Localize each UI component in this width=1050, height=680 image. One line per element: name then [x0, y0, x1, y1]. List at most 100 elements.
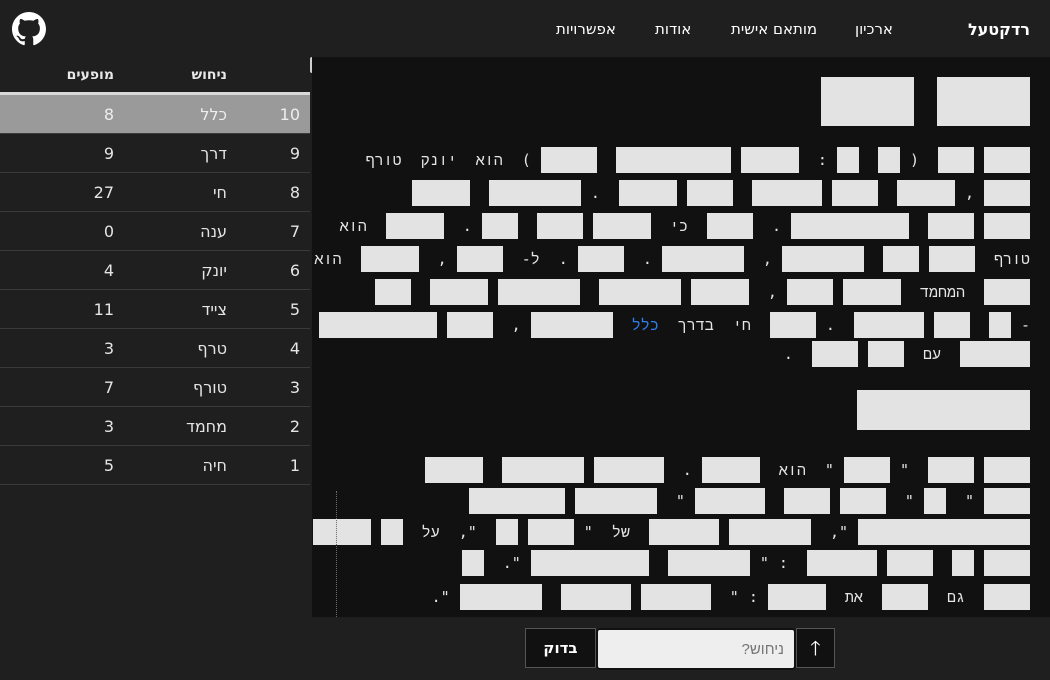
punctuation: ",	[829, 523, 848, 541]
redacted-word	[488, 180, 581, 206]
redacted-word	[380, 519, 403, 545]
header-occurrences[interactable]: מופעים	[67, 67, 114, 83]
row-rank: 4	[289, 339, 300, 358]
redacted-word	[468, 488, 565, 514]
redacted-word	[783, 488, 830, 514]
article-line: , .	[402, 180, 1030, 206]
redacted-word	[527, 519, 574, 545]
table-row[interactable]: 8 חי 27	[0, 173, 310, 212]
redacted-word	[867, 341, 904, 367]
redacted-word	[882, 246, 919, 272]
redacted-word	[497, 279, 580, 305]
revealed-word: יונק	[420, 150, 457, 169]
header-guess[interactable]: ניחוש	[191, 67, 227, 83]
revealed-word: כי	[669, 216, 688, 235]
redacted-word	[928, 457, 974, 483]
redacted-word	[574, 488, 657, 514]
row-rank: 9	[289, 144, 300, 163]
row-count: 27	[93, 183, 114, 202]
punctuation: ".	[431, 588, 450, 606]
article-line: " " "	[459, 488, 1030, 514]
redacted-word	[501, 457, 584, 483]
row-rank: 10	[279, 105, 300, 124]
nav-custom[interactable]: מותאם אישית	[731, 20, 817, 38]
redacted-word	[769, 312, 816, 338]
nav-about[interactable]: אודות	[655, 20, 691, 38]
redacted-word	[577, 246, 624, 272]
row-word: כלל	[200, 105, 227, 124]
table-row[interactable]: 2 מחמד 3	[0, 407, 310, 446]
submit-guess-button[interactable]: 🡑	[796, 628, 835, 668]
table-row[interactable]: 6 יונק 4	[0, 251, 310, 290]
brand-title[interactable]: רדקטעל	[968, 20, 1030, 39]
redacted-word	[928, 246, 975, 272]
row-rank: 2	[289, 417, 300, 436]
redacted-word	[740, 147, 799, 173]
row-word: צייד	[201, 300, 227, 319]
guess-table: ניחוש מופעים 10 כלל 8 9 דרך 9 8 חי 27 7 …	[0, 57, 310, 617]
table-row[interactable]: 3 טורף 7	[0, 368, 310, 407]
table-row[interactable]: 4 טרף 3	[0, 329, 310, 368]
redacted-word	[853, 312, 924, 338]
redacted-word	[429, 279, 488, 305]
row-rank: 8	[289, 183, 300, 202]
punctuation: "	[675, 492, 685, 510]
row-word: חי	[212, 183, 227, 202]
redacted-word	[984, 147, 1030, 173]
revealed-word: הוא	[339, 216, 367, 235]
table-row[interactable]: 7 ענה 0	[0, 212, 310, 251]
revealed-word: על	[421, 522, 440, 541]
github-icon[interactable]	[12, 12, 46, 46]
row-rank: 7	[289, 222, 300, 241]
row-count: 7	[103, 378, 114, 397]
article-line: ", של " ", על	[312, 519, 1030, 545]
redacted-word	[811, 341, 858, 367]
punctuation: "	[899, 461, 909, 479]
revealed-word-link[interactable]: כלל	[632, 316, 659, 335]
article-line: : " ".	[452, 550, 1030, 576]
check-button[interactable]: בדוק	[525, 628, 596, 668]
redacted-word	[706, 213, 753, 239]
redacted-word	[694, 488, 765, 514]
row-count: 3	[103, 339, 114, 358]
punctuation: ",	[458, 523, 477, 541]
punctuation: ,	[964, 184, 974, 202]
punctuation: -	[1020, 316, 1030, 334]
redacted-word	[842, 279, 901, 305]
punctuation: :	[748, 588, 758, 606]
article-line: . כי . הוא	[330, 213, 1030, 239]
article-line: גם את : " ".	[422, 584, 1030, 610]
row-word: חיה	[202, 456, 227, 475]
row-rank: 3	[289, 378, 300, 397]
redacted-word	[374, 279, 411, 305]
nav-archive[interactable]: ארכיון	[855, 20, 893, 38]
quote-bar	[336, 491, 337, 617]
redacted-word	[839, 488, 886, 514]
punctuation: .	[771, 217, 781, 235]
punctuation: .	[783, 345, 793, 363]
row-count: 3	[103, 417, 114, 436]
redacted-word	[530, 550, 649, 576]
table-row[interactable]: 1 חיה 5	[0, 446, 310, 485]
nav-options[interactable]: אפשרויות	[556, 20, 616, 38]
punctuation: "	[904, 492, 914, 510]
row-word: מחמד	[186, 417, 227, 436]
article-line: ( : ) הוא יונק טורף	[356, 147, 1030, 173]
article-line: עם .	[774, 341, 1030, 367]
redacted-word	[536, 213, 583, 239]
top-bar: רדקטעל ארכיון מותאם אישית אודות אפשרויות	[0, 0, 1050, 57]
guess-bar: בדוק 🡑	[0, 617, 1050, 680]
row-count: 9	[103, 144, 114, 163]
redacted-word	[667, 550, 750, 576]
row-count: 8	[103, 105, 114, 124]
table-row[interactable]: 5 צייד 11	[0, 290, 310, 329]
redacted-word	[481, 213, 518, 239]
guess-input[interactable]	[596, 628, 796, 670]
table-row[interactable]: 9 דרך 9	[0, 134, 310, 173]
table-row[interactable]: 10 כלל 8	[0, 95, 310, 134]
redacted-word	[984, 180, 1030, 206]
revealed-word: חי	[732, 315, 751, 334]
punctuation: )	[521, 151, 531, 169]
row-word: יונק	[201, 261, 227, 280]
redacted-word	[988, 312, 1011, 338]
